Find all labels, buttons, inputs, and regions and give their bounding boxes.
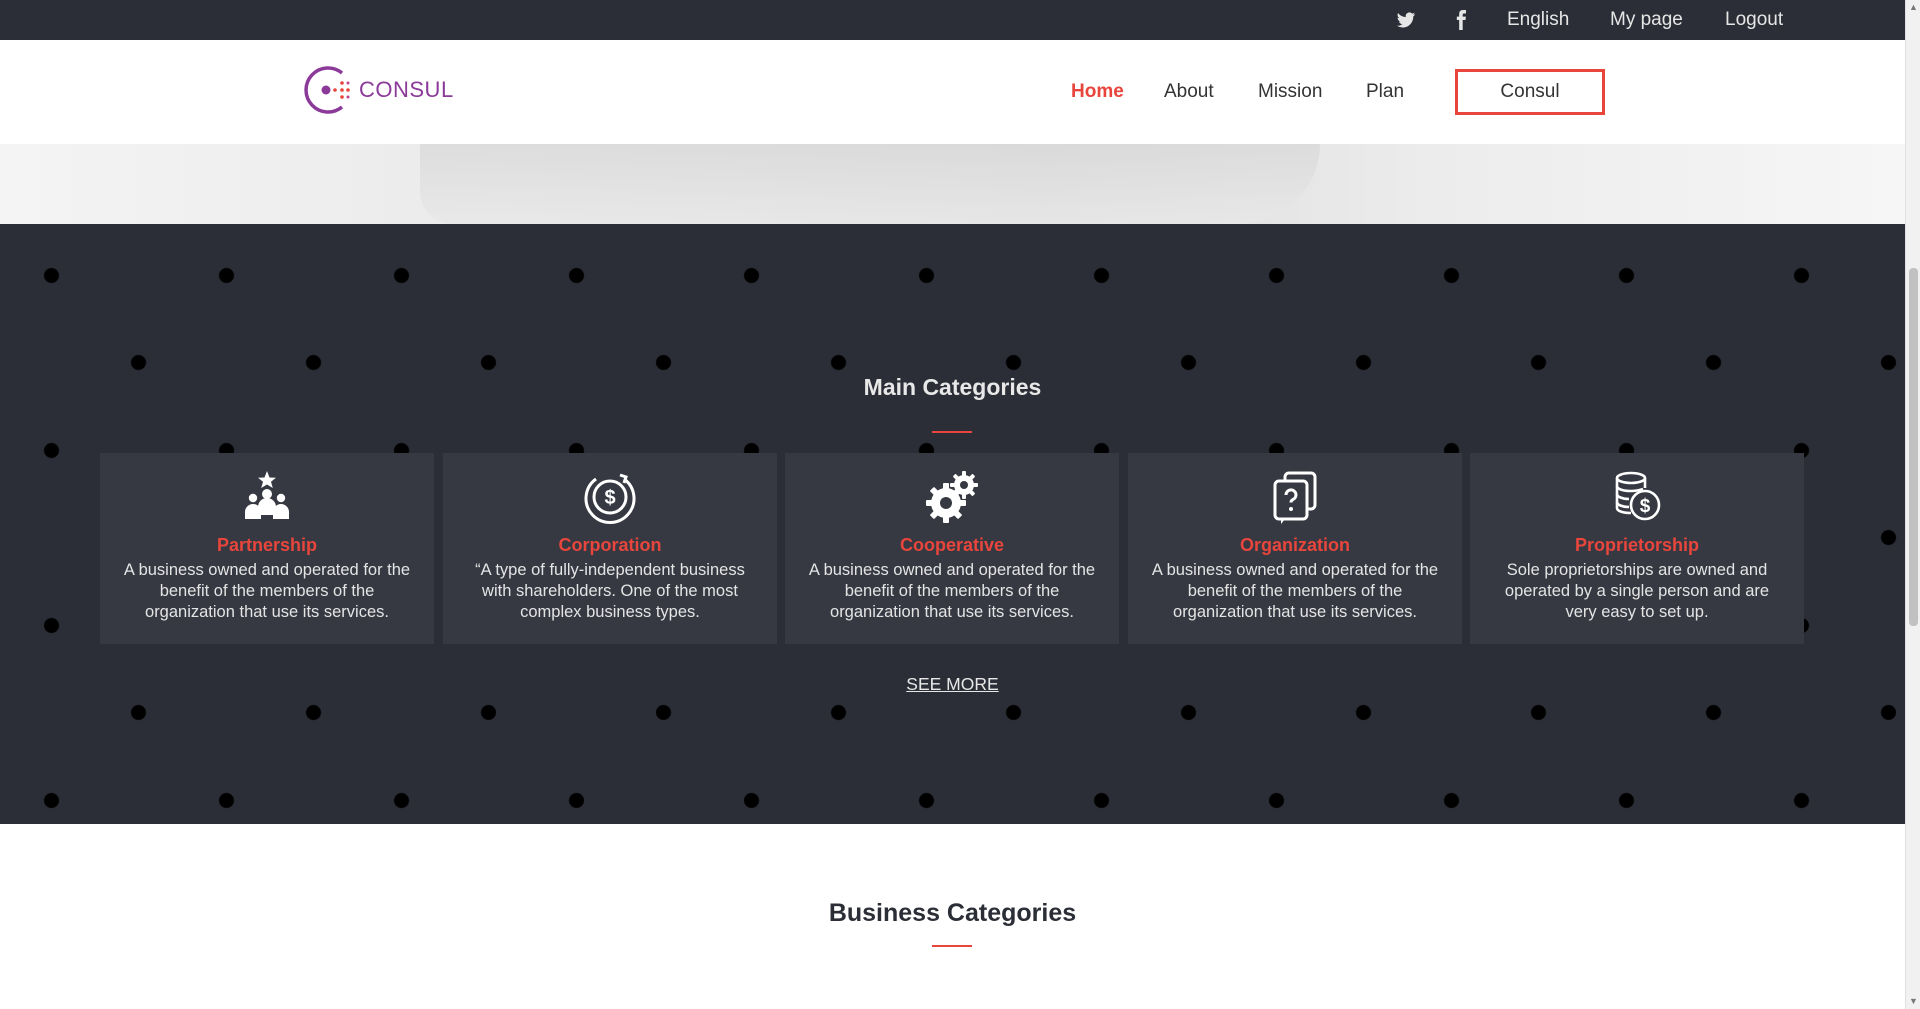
scroll-thumb[interactable] [1909,268,1918,626]
category-card-organization[interactable]: Organization A business owned and operat… [1128,453,1462,644]
my-page-link[interactable]: My page [1610,0,1683,40]
logo-text: CONSUL [359,77,454,102]
top-bar: English My page Logout [0,0,1905,40]
category-card-corporation[interactable]: $ Corporation “A type of fully-independe… [443,453,777,644]
logout-link[interactable]: Logout [1725,0,1783,40]
business-categories-title: Business Categories [828,899,1077,927]
card-description: A business owned and operated for the be… [123,561,411,621]
card-title: Organization [1239,535,1350,555]
card-description: “A type of fully-independent business wi… [475,561,745,621]
question-cards-icon [1267,469,1323,525]
card-title: Cooperative [899,535,1005,555]
card-description: A business owned and operated for the be… [808,561,1096,621]
svg-text:$: $ [604,487,615,509]
logo-icon [304,66,350,114]
see-more-link[interactable]: SEE MORE [880,674,1025,695]
category-card-proprietorship[interactable]: $ Proprietorship Sole proprietorships ar… [1470,453,1804,644]
hero-image [0,144,1905,224]
gears-icon [924,469,980,525]
consul-logo[interactable]: CONSUL [304,63,454,117]
twitter-icon[interactable] [1396,10,1416,30]
business-title-underline [932,945,972,947]
nav-home[interactable]: Home [1071,40,1124,144]
card-title: Partnership [216,535,318,555]
card-description: Sole proprietorships are owned and opera… [1504,561,1770,621]
coin-stack-icon: $ [1609,469,1665,525]
page-scrollbar[interactable]: ▲ ▼ [1905,0,1920,1009]
scroll-up-icon[interactable]: ▲ [1906,0,1920,15]
category-card-cooperative[interactable]: Cooperative A business owned and operate… [785,453,1119,644]
facebook-icon[interactable] [1451,10,1471,30]
card-title: Proprietorship [1574,535,1699,555]
hero-boat-shape [420,144,1320,224]
dollar-coin-icon: $ [582,469,638,525]
title-underline [932,431,972,433]
nav-plan[interactable]: Plan [1366,40,1404,144]
language-link[interactable]: English [1507,0,1569,40]
svg-text:$: $ [1640,496,1651,517]
scroll-down-icon[interactable]: ▼ [1906,994,1920,1009]
main-header: CONSUL Home About Mission Plan Consul [0,40,1905,144]
nav-mission[interactable]: Mission [1258,40,1322,144]
card-title: Corporation [558,535,662,555]
consul-button[interactable]: Consul [1455,69,1605,115]
category-card-partnership[interactable]: Partnership A business owned and operate… [100,453,434,644]
nav-about[interactable]: About [1164,40,1214,144]
main-categories-title: Main Categories [863,374,1042,400]
team-star-icon [239,469,295,525]
card-description: A business owned and operated for the be… [1151,561,1439,621]
